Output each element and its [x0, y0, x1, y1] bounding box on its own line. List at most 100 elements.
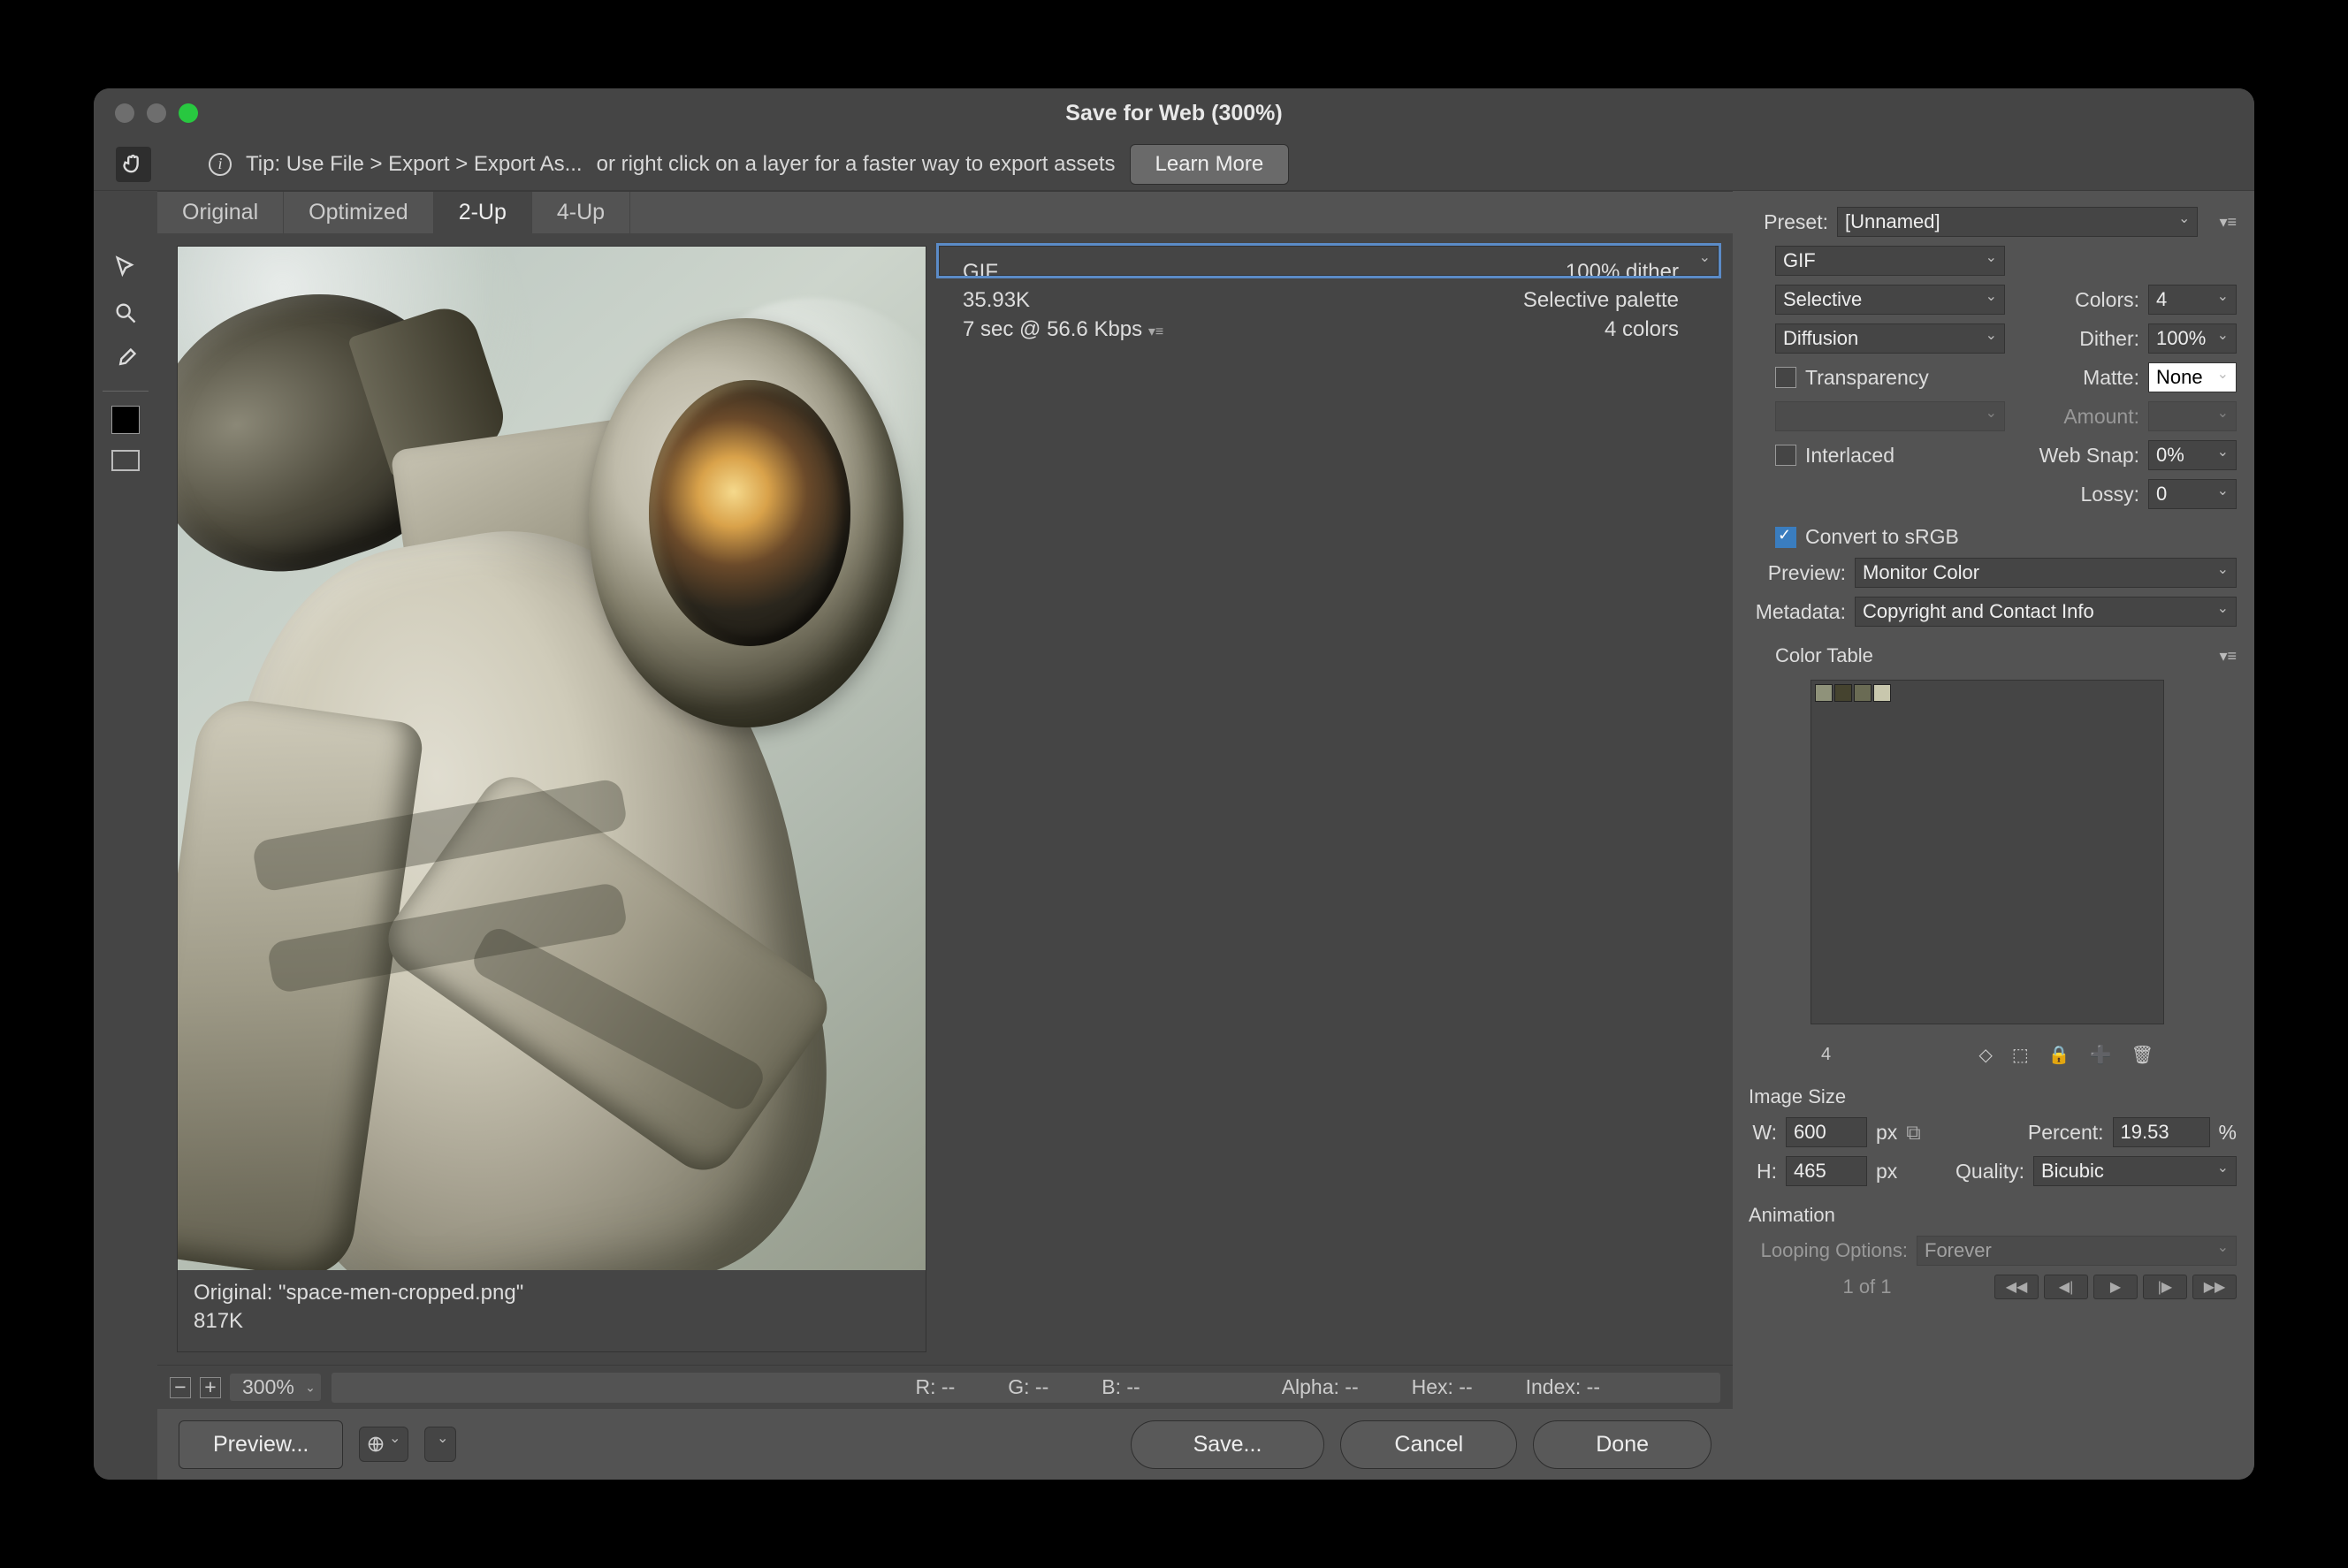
dither-label: Dither:: [2079, 327, 2139, 351]
status-hex: Hex: --: [1412, 1375, 1473, 1399]
tip-text-suffix: or right click on a layer for a faster w…: [597, 152, 1116, 177]
preview-label: Preview:: [1749, 561, 1846, 585]
status-alpha: Alpha: --: [1282, 1375, 1359, 1399]
zoom-tool[interactable]: [108, 295, 143, 331]
done-button[interactable]: Done: [1533, 1420, 1711, 1469]
dither-algorithm-select[interactable]: Diffusion: [1775, 323, 2005, 354]
transparency-checkbox[interactable]: [1775, 367, 1796, 388]
metadata-select[interactable]: Copyright and Contact Info: [1855, 597, 2237, 627]
percent-label: Percent:: [2028, 1121, 2104, 1145]
convert-srgb-checkbox[interactable]: [1775, 527, 1796, 548]
lossy-select[interactable]: 0: [2148, 479, 2237, 509]
opt-dither-info: 100% dither: [1523, 258, 1679, 286]
color-table-menu-icon[interactable]: ▾≡: [2219, 647, 2237, 666]
zoom-level-select[interactable]: 300%⌄: [230, 1374, 321, 1401]
eyedropper-tool[interactable]: [108, 341, 143, 377]
opt-palette-info: Selective palette: [1523, 286, 1679, 315]
websnap-label: Web Snap:: [2039, 444, 2139, 468]
color-swatch[interactable]: [1873, 684, 1891, 702]
matte-label: Matte:: [2083, 366, 2139, 390]
matte-select[interactable]: None: [2148, 362, 2237, 392]
eyedropper-color-swatch[interactable]: [111, 406, 140, 434]
status-index: Index: --: [1526, 1375, 1600, 1399]
websnap-select[interactable]: 0%: [2148, 440, 2237, 470]
width-label: W:: [1749, 1121, 1777, 1145]
map-transparent-icon[interactable]: ◇: [1979, 1044, 1993, 1066]
lock-color-icon[interactable]: 🔒: [2048, 1044, 2070, 1066]
preview-pane-original[interactable]: Original: "space-men-cropped.png" 817K: [177, 246, 926, 1352]
delete-color-icon[interactable]: 🗑: [2131, 1044, 2154, 1066]
minus-icon[interactable]: −: [170, 1377, 191, 1398]
window-title: Save for Web (300%): [94, 101, 2254, 126]
preview-browser-menu[interactable]: [424, 1427, 456, 1462]
color-table-header: Color Table: [1775, 644, 1873, 667]
download-speed-menu-icon[interactable]: ▾≡: [1148, 324, 1163, 339]
settings-panel: Preset: [Unnamed] ▾≡ GIF Selective Color…: [1733, 191, 2254, 1480]
tab-2up[interactable]: 2-Up: [434, 192, 532, 233]
info-icon: i: [209, 153, 232, 176]
colors-label: Colors:: [2075, 288, 2139, 312]
preview-pane-optimized[interactable]: GIF 35.93K 7 sec @ 56.6 Kbps ▾≡ 100% dit…: [939, 246, 1719, 276]
prev-frame-button[interactable]: ◀|: [2044, 1275, 2088, 1299]
slice-select-tool[interactable]: [108, 249, 143, 285]
globe-icon: [367, 1434, 385, 1455]
status-r: R: --: [916, 1375, 956, 1399]
height-label: H:: [1749, 1160, 1777, 1184]
preview-button[interactable]: Preview...: [179, 1420, 343, 1469]
transparency-label: Transparency: [1805, 366, 1929, 390]
plus-icon[interactable]: +: [200, 1377, 221, 1398]
first-frame-button[interactable]: ◀◀: [1994, 1275, 2039, 1299]
status-b: B: --: [1102, 1375, 1140, 1399]
opt-format: GIF: [963, 258, 1163, 286]
width-input[interactable]: [1786, 1117, 1867, 1147]
preview-browser-select[interactable]: [359, 1427, 408, 1462]
constrain-proportions-icon[interactable]: ⧉: [1906, 1121, 1920, 1145]
tab-4up[interactable]: 4-Up: [532, 192, 630, 233]
color-reduction-select[interactable]: Selective: [1775, 285, 2005, 315]
interlaced-checkbox[interactable]: [1775, 445, 1796, 466]
dither-amount-select[interactable]: 100%: [2148, 323, 2237, 354]
percent-input[interactable]: [2113, 1117, 2210, 1147]
color-swatch[interactable]: [1815, 684, 1833, 702]
new-color-icon[interactable]: ➕: [2090, 1044, 2112, 1066]
preset-label: Preset:: [1749, 210, 1828, 234]
toggle-slices-visibility[interactable]: [111, 450, 140, 471]
save-button[interactable]: Save...: [1131, 1420, 1325, 1469]
last-frame-button[interactable]: ▶▶: [2192, 1275, 2237, 1299]
opt-size: 35.93K: [963, 286, 1163, 315]
lossy-label: Lossy:: [2081, 483, 2139, 506]
play-button[interactable]: ▶: [2093, 1275, 2138, 1299]
tab-original[interactable]: Original: [157, 192, 284, 233]
transparency-dither-select: [1775, 401, 2005, 431]
format-select[interactable]: GIF: [1775, 246, 2005, 276]
px-unit: px: [1876, 1121, 1897, 1145]
looping-label: Looping Options:: [1749, 1239, 1908, 1262]
status-g: G: --: [1008, 1375, 1048, 1399]
color-table[interactable]: [1811, 680, 2164, 1024]
preset-menu-icon[interactable]: ▾≡: [2219, 213, 2237, 232]
metadata-label: Metadata:: [1749, 600, 1846, 624]
looping-select: Forever: [1917, 1236, 2237, 1266]
image-size-header: Image Size: [1749, 1085, 2237, 1108]
interlaced-label: Interlaced: [1805, 444, 1894, 468]
cancel-button[interactable]: Cancel: [1340, 1420, 1517, 1469]
shift-websafe-icon[interactable]: ⬚: [2012, 1044, 2029, 1066]
learn-more-button[interactable]: Learn More: [1130, 144, 1290, 185]
original-image-preview[interactable]: [178, 247, 926, 1270]
quality-select[interactable]: Bicubic: [2033, 1156, 2237, 1186]
tab-optimized[interactable]: Optimized: [284, 192, 434, 233]
colors-select[interactable]: 4: [2148, 285, 2237, 315]
tip-bar: i Tip: Use File > Export > Export As... …: [94, 138, 2254, 191]
opt-colors-info: 4 colors: [1523, 316, 1679, 344]
tip-text-prefix: Tip: Use File > Export > Export As...: [246, 152, 583, 177]
preset-select[interactable]: [Unnamed]: [1837, 207, 2198, 237]
opt-download-time: 7 sec @ 56.6 Kbps ▾≡: [963, 316, 1163, 344]
color-swatch[interactable]: [1854, 684, 1872, 702]
height-input[interactable]: [1786, 1156, 1867, 1186]
next-frame-button[interactable]: |▶: [2143, 1275, 2187, 1299]
preview-colorspace-select[interactable]: Monitor Color: [1855, 558, 2237, 588]
px-unit: px: [1876, 1160, 1897, 1184]
hand-tool[interactable]: [116, 147, 151, 182]
color-swatch[interactable]: [1834, 684, 1852, 702]
color-table-count: 4: [1821, 1045, 1831, 1065]
